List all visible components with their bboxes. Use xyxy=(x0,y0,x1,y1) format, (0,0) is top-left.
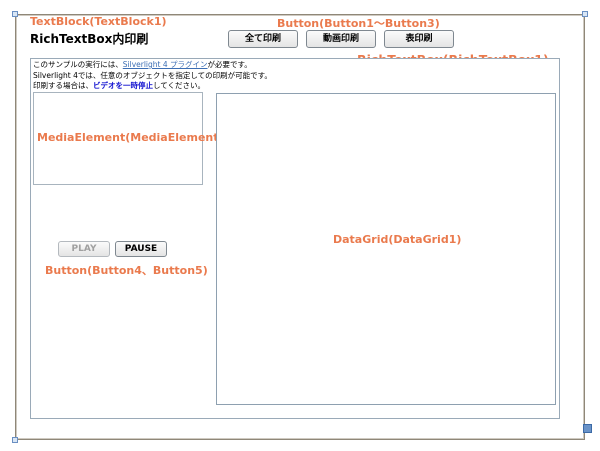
rich-text-line-3: 印刷する場合は、ビデオを一時停止してください。 xyxy=(33,81,272,92)
text-span: 印刷する場合は、 xyxy=(33,81,93,90)
silverlight-plugin-link[interactable]: Silverlight 4 プラグイン xyxy=(123,60,208,69)
data-grid[interactable] xyxy=(216,93,556,405)
annotation-buttons: Button(Button1～Button3) xyxy=(277,17,440,30)
print-video-button[interactable]: 動画印刷 xyxy=(306,30,376,48)
annotation-textblock: TextBlock(TextBlock1) xyxy=(30,15,167,28)
text-span: が必要です。 xyxy=(207,60,252,69)
resize-handle[interactable] xyxy=(12,437,18,443)
rich-text-content: このサンプルの実行には、Silverlight 4 プラグインが必要です。 Si… xyxy=(33,60,272,92)
print-table-button[interactable]: 表印刷 xyxy=(384,30,454,48)
rich-text-line-1: このサンプルの実行には、Silverlight 4 プラグインが必要です。 xyxy=(33,60,272,71)
annotation-datagrid: DataGrid(DataGrid1) xyxy=(333,233,462,246)
pause-button[interactable]: PAUSE xyxy=(115,241,167,257)
resize-handle[interactable] xyxy=(582,11,588,17)
play-button[interactable]: PLAY xyxy=(58,241,110,257)
print-all-button[interactable]: 全て印刷 xyxy=(228,30,298,48)
text-span: このサンプルの実行には、 xyxy=(33,60,123,69)
annotation-buttons-4-5: Button(Button4、Button5) xyxy=(45,264,208,277)
resize-handle[interactable] xyxy=(12,11,18,17)
pause-video-emphasis: ビデオを一時停止 xyxy=(93,81,153,90)
annotation-mediaelement: MediaElement(MediaElement1) xyxy=(37,131,232,144)
rich-text-line-2: Silverlight 4では、任意のオブジェクトを指定しての印刷が可能です。 xyxy=(33,70,272,80)
page-title: RichTextBox内印刷 xyxy=(30,32,149,46)
resize-grip-icon[interactable] xyxy=(583,424,592,433)
text-span: してください。 xyxy=(153,81,206,90)
